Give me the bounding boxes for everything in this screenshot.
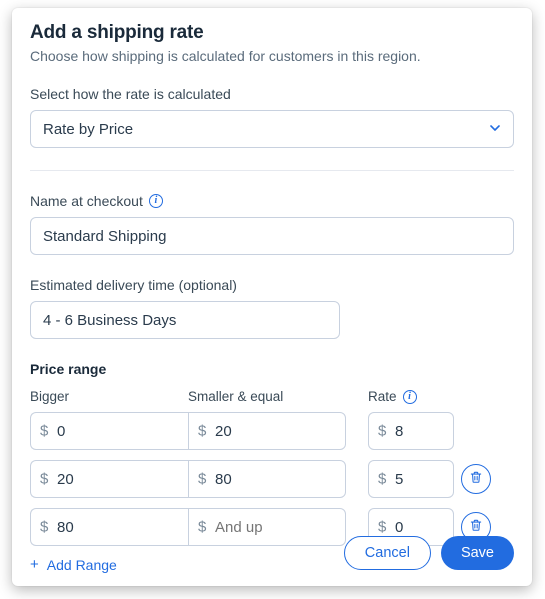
info-icon[interactable]: i bbox=[149, 194, 163, 208]
smaller-input[interactable] bbox=[188, 412, 346, 450]
range-row: $ $ $ bbox=[30, 412, 514, 450]
info-icon[interactable]: i bbox=[403, 390, 417, 404]
col-rate-label: Rate i bbox=[368, 389, 454, 404]
bigger-input[interactable] bbox=[30, 412, 188, 450]
currency-symbol: $ bbox=[40, 519, 48, 536]
col-rate-text: Rate bbox=[368, 389, 397, 404]
name-label-text: Name at checkout bbox=[30, 193, 143, 209]
currency-symbol: $ bbox=[40, 423, 48, 440]
bigger-input[interactable] bbox=[30, 508, 188, 546]
delivery-input[interactable] bbox=[30, 301, 340, 339]
currency-symbol: $ bbox=[198, 423, 206, 440]
shipping-rate-panel: Add a shipping rate Choose how shipping … bbox=[12, 8, 532, 586]
range-header: Bigger Smaller & equal Rate i bbox=[30, 389, 514, 404]
save-button[interactable]: Save bbox=[441, 536, 514, 570]
name-label: Name at checkout i bbox=[30, 193, 514, 209]
col-bigger-label: Bigger bbox=[30, 389, 188, 404]
footer: Cancel Save bbox=[344, 536, 514, 570]
currency-symbol: $ bbox=[378, 423, 386, 440]
plus-icon: + bbox=[30, 556, 39, 573]
col-smaller-label: Smaller & equal bbox=[188, 389, 346, 404]
currency-symbol: $ bbox=[198, 471, 206, 488]
calc-select[interactable]: Rate by Price bbox=[30, 110, 514, 148]
smaller-input[interactable] bbox=[188, 508, 346, 546]
add-range-label: Add Range bbox=[47, 557, 117, 573]
currency-symbol: $ bbox=[40, 471, 48, 488]
currency-symbol: $ bbox=[198, 519, 206, 536]
range-row: $ $ $ bbox=[30, 460, 514, 498]
currency-symbol: $ bbox=[378, 471, 386, 488]
calc-select-value: Rate by Price bbox=[43, 121, 133, 138]
currency-symbol: $ bbox=[378, 519, 386, 536]
price-range-title: Price range bbox=[30, 361, 514, 377]
modal-title: Add a shipping rate bbox=[30, 22, 514, 44]
delivery-label: Estimated delivery time (optional) bbox=[30, 277, 514, 293]
trash-icon bbox=[469, 518, 483, 537]
calc-label: Select how the rate is calculated bbox=[30, 86, 514, 102]
name-input[interactable] bbox=[30, 217, 514, 255]
chevron-down-icon bbox=[489, 121, 501, 138]
trash-icon bbox=[469, 470, 483, 489]
range-rows: $ $ $ $ $ $ $ $ $ bbox=[30, 412, 514, 546]
bigger-input[interactable] bbox=[30, 460, 188, 498]
modal-subtitle: Choose how shipping is calculated for cu… bbox=[30, 48, 514, 64]
divider bbox=[30, 170, 514, 171]
cancel-button[interactable]: Cancel bbox=[344, 536, 431, 570]
delete-row-button[interactable] bbox=[461, 464, 491, 494]
smaller-input[interactable] bbox=[188, 460, 346, 498]
